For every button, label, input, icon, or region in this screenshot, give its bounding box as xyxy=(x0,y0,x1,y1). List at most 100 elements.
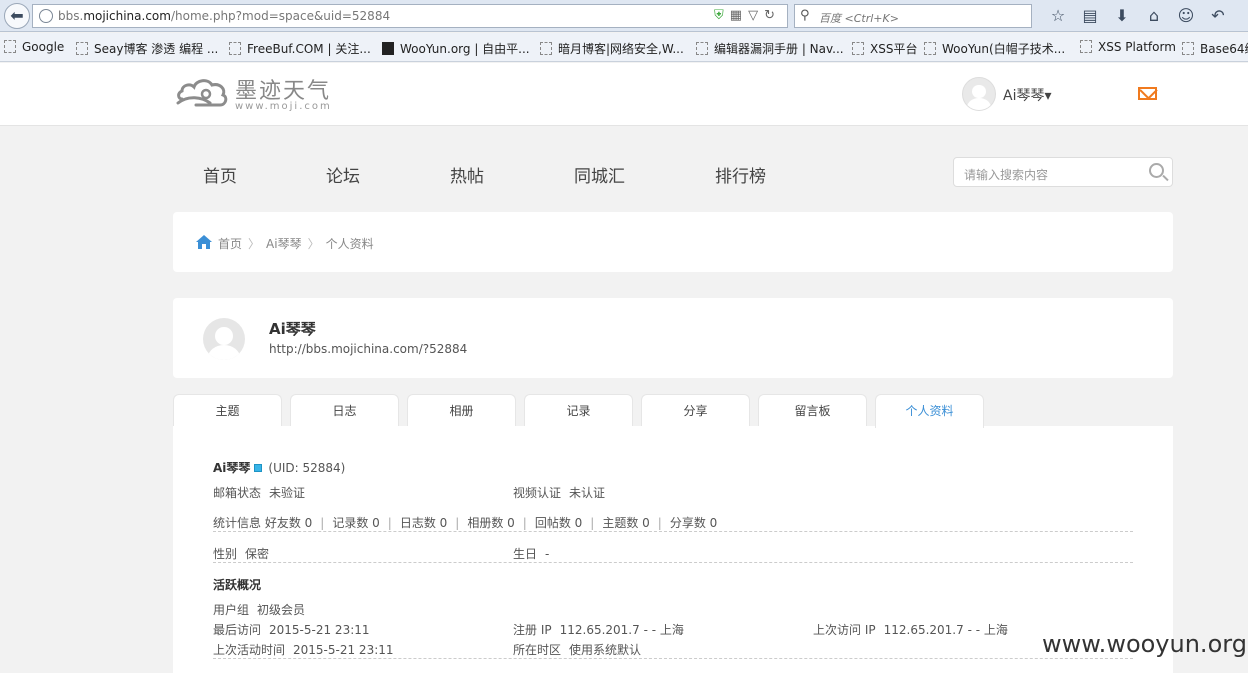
nav-item-hot[interactable]: 热帖 xyxy=(450,162,484,187)
site-header: 墨迹天气 www.moji.com Ai琴琴▾ xyxy=(0,63,1248,126)
bookmark-item[interactable]: XSS Platform xyxy=(1080,40,1176,54)
qr-code-icon[interactable]: ▦ xyxy=(730,8,748,23)
chevron-right-icon: 〉 xyxy=(248,237,261,251)
bookmark-item[interactable]: 编辑器漏洞手册 | Nav... xyxy=(696,40,844,57)
home-icon[interactable] xyxy=(195,234,213,250)
browser-toolbar-icons: ☆ ▤ ⬇ ⌂ ☺ ↶ xyxy=(1042,4,1242,28)
address-bar[interactable]: bbs.mojichina.com/home.php?mod=space&uid… xyxy=(32,4,788,28)
video-auth-label: 视频认证 xyxy=(513,486,562,500)
bookmark-star-icon[interactable]: ☆ xyxy=(1042,4,1074,28)
bookmark-item[interactable]: XSS平台 xyxy=(852,40,917,57)
page-icon xyxy=(76,42,88,55)
birthday-row: 生日 - xyxy=(513,545,549,562)
address-bar-icons: ⛨▦▽↻ xyxy=(714,8,781,23)
profile-url[interactable]: http://bbs.mojichina.com/?52884 xyxy=(269,342,467,356)
breadcrumb-user[interactable]: Ai琴琴 xyxy=(266,237,302,251)
reg-ip-value: 112.65.201.7 - - 上海 xyxy=(559,623,684,637)
nav-item-forum[interactable]: 论坛 xyxy=(326,162,360,187)
breadcrumb-home[interactable]: 首页 xyxy=(218,237,242,251)
search-icon[interactable] xyxy=(1149,163,1164,178)
page-icon xyxy=(1080,40,1092,53)
stat-threads[interactable]: 主题数 0 xyxy=(602,516,649,530)
profile-avatar[interactable] xyxy=(203,318,245,360)
user-group-row: 用户组 初级会员 xyxy=(213,601,305,618)
bookmark-item[interactable]: Seay博客 渗透 编程 ... xyxy=(76,40,218,57)
tab-share[interactable]: 分享 xyxy=(641,394,750,427)
stat-records[interactable]: 记录数 0 xyxy=(332,516,379,530)
site-search-input[interactable]: 请输入搜索内容 xyxy=(953,157,1173,187)
profile-card: Ai琴琴 http://bbs.mojichina.com/?52884 xyxy=(173,298,1173,378)
last-visit-row: 最后访问 2015-5-21 23:11 xyxy=(213,621,370,638)
reload-icon[interactable]: ↻ xyxy=(764,8,781,23)
breadcrumb-current: 个人资料 xyxy=(325,237,374,251)
header-avatar[interactable] xyxy=(962,77,996,111)
stat-divider: | xyxy=(455,516,460,530)
bookmark-item[interactable]: Google xyxy=(4,40,64,54)
bookmark-item[interactable]: 暗月博客|网络安全,W... xyxy=(540,40,684,57)
shield-icon[interactable]: ⛨ xyxy=(714,8,730,23)
browser-search-box[interactable]: ⚲ 百度 <Ctrl+K> xyxy=(794,4,1032,28)
tab-threads[interactable]: 主题 xyxy=(173,394,282,427)
bookmark-item[interactable]: Base64编 xyxy=(1182,40,1248,57)
back-button[interactable]: ⬅ xyxy=(4,3,30,29)
logo-cloud-icon[interactable] xyxy=(176,75,230,111)
last-active-row: 上次活动时间 2015-5-21 23:11 xyxy=(213,641,394,658)
activity-section-title: 活跃概况 xyxy=(213,578,262,592)
bookmark-item[interactable]: FreeBuf.COM | 关注... xyxy=(229,40,371,57)
nav-item-home[interactable]: 首页 xyxy=(203,162,237,187)
stat-albums[interactable]: 相册数 0 xyxy=(467,516,514,530)
bookmark-item[interactable]: WooYun(白帽子技术... xyxy=(924,40,1065,57)
header-username-dropdown[interactable]: Ai琴琴▾ xyxy=(1003,85,1052,105)
mail-icon[interactable] xyxy=(1138,87,1157,100)
stat-replies[interactable]: 回帖数 0 xyxy=(535,516,582,530)
download-icon[interactable]: ⬇ xyxy=(1106,4,1138,28)
last-visit-value: 2015-5-21 23:11 xyxy=(269,623,370,637)
profile-name: Ai琴琴 xyxy=(269,320,316,338)
timezone-row: 所在时区 使用系统默认 xyxy=(513,641,641,658)
reg-ip-label: 注册 IP xyxy=(513,623,552,637)
stat-blogs[interactable]: 日志数 0 xyxy=(400,516,447,530)
page-icon xyxy=(1182,42,1194,55)
tab-records[interactable]: 记录 xyxy=(524,394,633,427)
tab-album[interactable]: 相册 xyxy=(407,394,516,427)
stat-shares[interactable]: 分享数 0 xyxy=(670,516,717,530)
watermark-text: www.wooyun.org xyxy=(1042,630,1247,658)
user-group-value[interactable]: 初级会员 xyxy=(257,603,305,617)
last-active-value: 2015-5-21 23:11 xyxy=(293,643,394,657)
tab-profile[interactable]: 个人资料 xyxy=(875,394,984,428)
nav-item-ranking[interactable]: 排行榜 xyxy=(715,162,766,187)
globe-icon xyxy=(39,9,53,23)
reading-list-icon[interactable]: ▤ xyxy=(1074,4,1106,28)
undo-icon[interactable]: ↶ xyxy=(1202,4,1234,28)
last-ip-row: 上次访问 IP 112.65.201.7 - - 上海 xyxy=(813,621,1008,638)
email-status-label: 邮箱状态 xyxy=(213,486,262,500)
avatar-head-shape xyxy=(215,327,233,345)
detail-username: Ai琴琴 xyxy=(213,461,251,475)
tab-blog[interactable]: 日志 xyxy=(290,394,399,427)
tab-guestbook[interactable]: 留言板 xyxy=(758,394,867,427)
home-icon[interactable]: ⌂ xyxy=(1138,4,1170,28)
dropdown-arrow-icon[interactable]: ▽ xyxy=(748,8,764,23)
email-status-row: 邮箱状态 未验证 xyxy=(213,484,305,501)
username-row: Ai琴琴 (UID: 52884) xyxy=(213,459,345,476)
page-icon xyxy=(696,42,708,55)
wooyun-icon xyxy=(382,42,394,55)
chat-icon[interactable]: ☺ xyxy=(1170,4,1202,28)
chevron-right-icon: 〉 xyxy=(307,237,320,251)
site-search-placeholder: 请输入搜索内容 xyxy=(964,168,1049,182)
nav-item-city[interactable]: 同城汇 xyxy=(574,162,625,187)
stat-friends[interactable]: 好友数 0 xyxy=(265,516,312,530)
browser-search-placeholder: 百度 <Ctrl+K> xyxy=(819,12,899,25)
gender-row: 性别 保密 xyxy=(213,545,269,562)
detail-uid: (UID: 52884) xyxy=(268,461,346,475)
last-active-label: 上次活动时间 xyxy=(213,643,286,657)
last-visit-label: 最后访问 xyxy=(213,623,262,637)
logo-subtitle: www.moji.com xyxy=(235,101,332,112)
bookmark-item[interactable]: WooYun.org | 自由平... xyxy=(382,40,530,57)
browser-toolbar: ⬅ bbs.mojichina.com/home.php?mod=space&u… xyxy=(0,0,1248,32)
page-icon xyxy=(540,42,552,55)
url-text[interactable]: bbs.mojichina.com/home.php?mod=space&uid… xyxy=(58,9,390,23)
breadcrumb-trail: 首页〉 Ai琴琴〉个人资料 xyxy=(218,235,374,252)
stats-row: 统计信息 好友数 0 | 记录数 0 | 日志数 0 | 相册数 0 | 回帖数 0 | 主题数 0… xyxy=(213,514,717,531)
reg-ip-row: 注册 IP 112.65.201.7 - - 上海 xyxy=(513,621,684,638)
